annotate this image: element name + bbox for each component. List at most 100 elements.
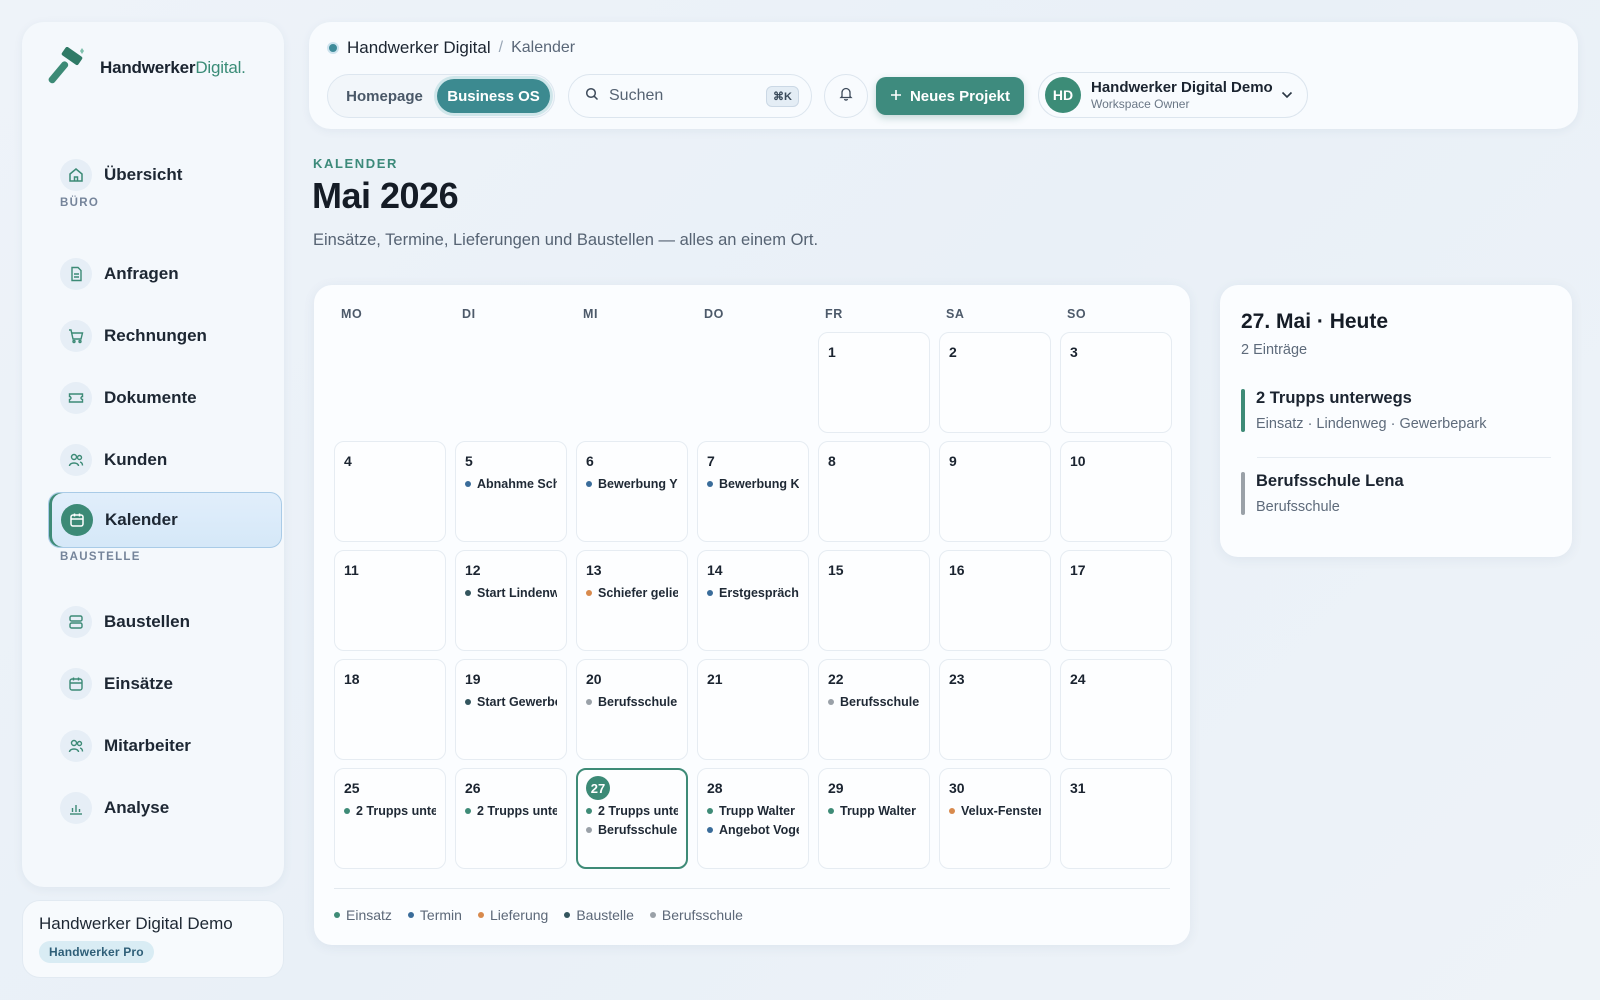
legend-label: Einsatz [346,907,392,923]
calendar-event[interactable]: Berufsschule [586,695,678,709]
calendar-day[interactable]: 22 Berufsschule [818,659,930,760]
calendar-event[interactable]: 2 Trupps unterwegs [586,804,678,818]
today-entry[interactable]: 2 Trupps unterwegs Einsatz · Lindenweg ·… [1241,389,1551,432]
legend-label: Lieferung [489,907,549,923]
calendar-day[interactable]: 7 Bewerbung Krause [697,441,809,542]
sidebar-item-uebersicht[interactable]: Übersicht [48,147,282,203]
calendar-grid: Einsatz Termin Lieferung Baustelle Berufssch… [314,285,1190,945]
calendar-day[interactable]: 25 2 Trupps unterwegs [334,768,446,869]
calendar-day[interactable]: 1 [818,332,930,433]
event-dot-icon [586,481,592,487]
homepage-tab[interactable]: Homepage [332,79,437,113]
page-subtitle: Einsätze, Termine, Lieferungen und Baust… [313,231,819,249]
calendar-day[interactable]: 14 Erstgespräch [697,550,809,651]
calendar-day[interactable]: 6 Bewerbung Yilmaz [576,441,688,542]
legend-item: Lieferung [477,907,549,923]
calendar-day[interactable]: 19 Start Gewerbepark [455,659,567,760]
sidebar-item-einsaetze[interactable]: Einsätze [48,656,282,712]
breadcrumb-root[interactable]: Handwerker Digital [347,38,491,58]
business-os-tab[interactable]: Business OS [437,79,550,113]
calendar-event[interactable]: Trupp Walter [707,804,799,818]
today-entry[interactable]: Berufsschule Lena Berufsschule [1241,472,1551,515]
calendar-day[interactable]: 12 Start Lindenweg [455,550,567,651]
legend-item: Baustelle [564,907,634,923]
sidebar-item-kalender[interactable]: Kalender [48,492,282,548]
calendar-event[interactable]: Trupp Walter [828,804,920,818]
calendar-day[interactable]: 5 Abnahme Schulz [455,441,567,542]
notifications-button[interactable] [824,74,868,118]
day-number: 27 [586,776,678,800]
new-project-button[interactable]: Neues Projekt [876,77,1024,115]
day-number: 15 [828,562,844,578]
event-dot-icon [465,808,471,814]
calendar-event[interactable]: Berufsschule [586,823,678,837]
calendar-event[interactable]: Bewerbung Yilmaz [586,477,678,491]
sidebar-item-rechnungen[interactable]: Rechnungen [48,308,282,364]
event-dot-icon [949,808,955,814]
calendar-event[interactable]: Abnahme Schulz [465,477,557,491]
sidebar-item-analyse[interactable]: Analyse [48,780,282,836]
hammer-icon [48,46,90,89]
calendar-event[interactable]: Start Lindenweg [465,586,557,600]
event-dot-icon [465,481,471,487]
calendar-day[interactable]: 24 [1060,659,1172,760]
sidebar-item-anfragen[interactable]: Anfragen [48,246,282,302]
calendar-day[interactable]: 9 [939,441,1051,542]
calendar-day[interactable]: 10 [1060,441,1172,542]
calendar-day[interactable]: 13 Schiefer geliefert [576,550,688,651]
legend-label: Termin [419,907,462,923]
calendar-day[interactable]: 20 Berufsschule [576,659,688,760]
calendar-event[interactable]: Velux-Fenster [949,804,1041,818]
calendar-day[interactable]: 28 Trupp Walter Angebot Vogel [697,768,809,869]
calendar-day[interactable]: 17 [1060,550,1172,651]
day-number: 28 [707,780,723,796]
search-input[interactable] [609,87,759,105]
calendar-event[interactable]: Start Gewerbepark [465,695,557,709]
day-number: 7 [707,453,715,469]
calendar-day[interactable]: 15 [818,550,930,651]
event-label: Angebot Vogel [719,823,799,837]
sidebar-item-dokumente[interactable]: Dokumente [48,370,282,426]
calendar-day-today[interactable]: 27 2 Trupps unterwegs Berufsschule [576,768,688,869]
view-switch: Homepage Business OS [327,74,555,118]
calendar-day[interactable]: 21 [697,659,809,760]
sidebar-item-kunden[interactable]: Kunden [48,432,282,488]
legend-label: Baustelle [576,907,634,923]
calendar-day[interactable]: 31 [1060,768,1172,869]
day-number: 25 [344,780,360,796]
calendar-day[interactable]: 3 [1060,332,1172,433]
calendar-day[interactable]: 2 [939,332,1051,433]
calendar-event[interactable]: Angebot Vogel [707,823,799,837]
weekday-header: DO [704,307,724,321]
entry-subtitle: Einsatz · Lindenweg · Gewerbepark [1256,416,1487,432]
calendar-day[interactable]: 16 [939,550,1051,651]
event-label: Berufsschule [598,823,678,837]
calendar-day[interactable]: 29 Trupp Walter [818,768,930,869]
day-number: 10 [1070,453,1086,469]
calendar-event[interactable]: 2 Trupps unterwegs [344,804,436,818]
calendar-day[interactable]: 23 [939,659,1051,760]
calendar-day[interactable]: 4 [334,441,446,542]
sidebar-item-mitarbeiter[interactable]: Mitarbeiter [48,718,282,774]
logo[interactable]: HandwerkerDigital. [48,44,246,92]
calendar-day[interactable]: 26 2 Trupps unterwegs [455,768,567,869]
workspace-card[interactable]: Handwerker Digital Demo Handwerker Pro [22,900,284,978]
user-menu[interactable]: HD Handwerker Digital Demo Workspace Own… [1038,72,1308,118]
calendar-day[interactable]: 8 [818,441,930,542]
calendar-day[interactable]: 30 Velux-Fenster [939,768,1051,869]
sidebar-item-baustellen[interactable]: Baustellen [48,594,282,650]
weekday-header: SO [1067,307,1087,321]
calendar-event[interactable]: Berufsschule [828,695,920,709]
event-label: Trupp Walter [719,804,795,818]
calendar-day[interactable]: 18 [334,659,446,760]
calendar-event[interactable]: Bewerbung Krause [707,477,799,491]
users-icon [60,730,92,762]
day-number: 13 [586,562,602,578]
search-box[interactable]: ⌘K [568,74,812,118]
calendar-event[interactable]: Erstgespräch [707,586,799,600]
event-label: Berufsschule [840,695,920,709]
calendar-event[interactable]: 2 Trupps unterwegs [465,804,557,818]
calendar-event[interactable]: Schiefer geliefert [586,586,678,600]
search-icon [585,87,599,106]
calendar-day[interactable]: 11 [334,550,446,651]
